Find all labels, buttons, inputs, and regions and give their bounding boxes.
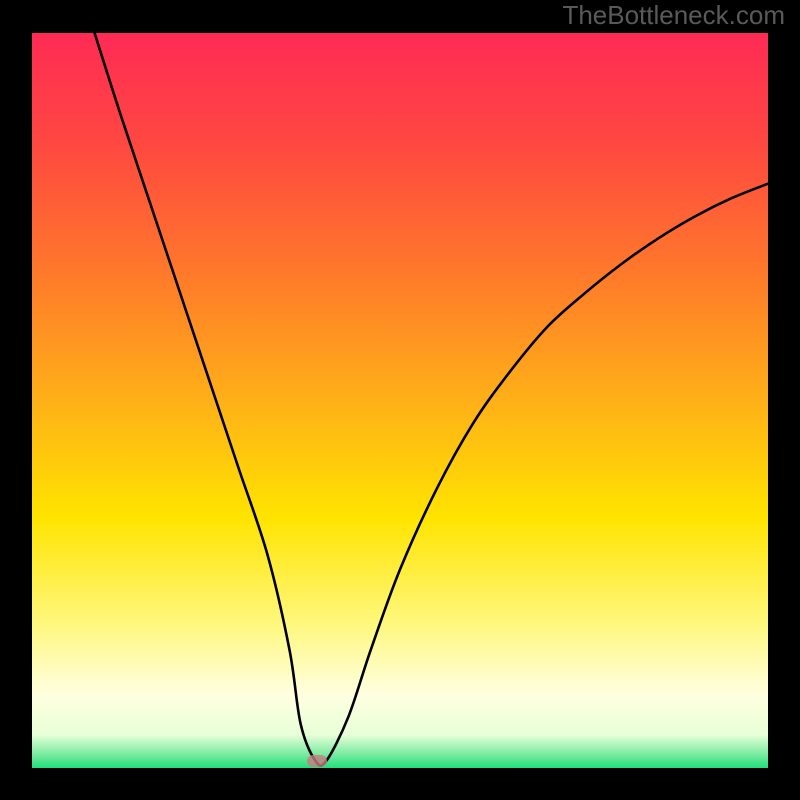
bottleneck-curve xyxy=(0,0,800,800)
optimal-marker xyxy=(307,755,327,767)
chart-container: TheBottleneck.com xyxy=(0,0,800,800)
